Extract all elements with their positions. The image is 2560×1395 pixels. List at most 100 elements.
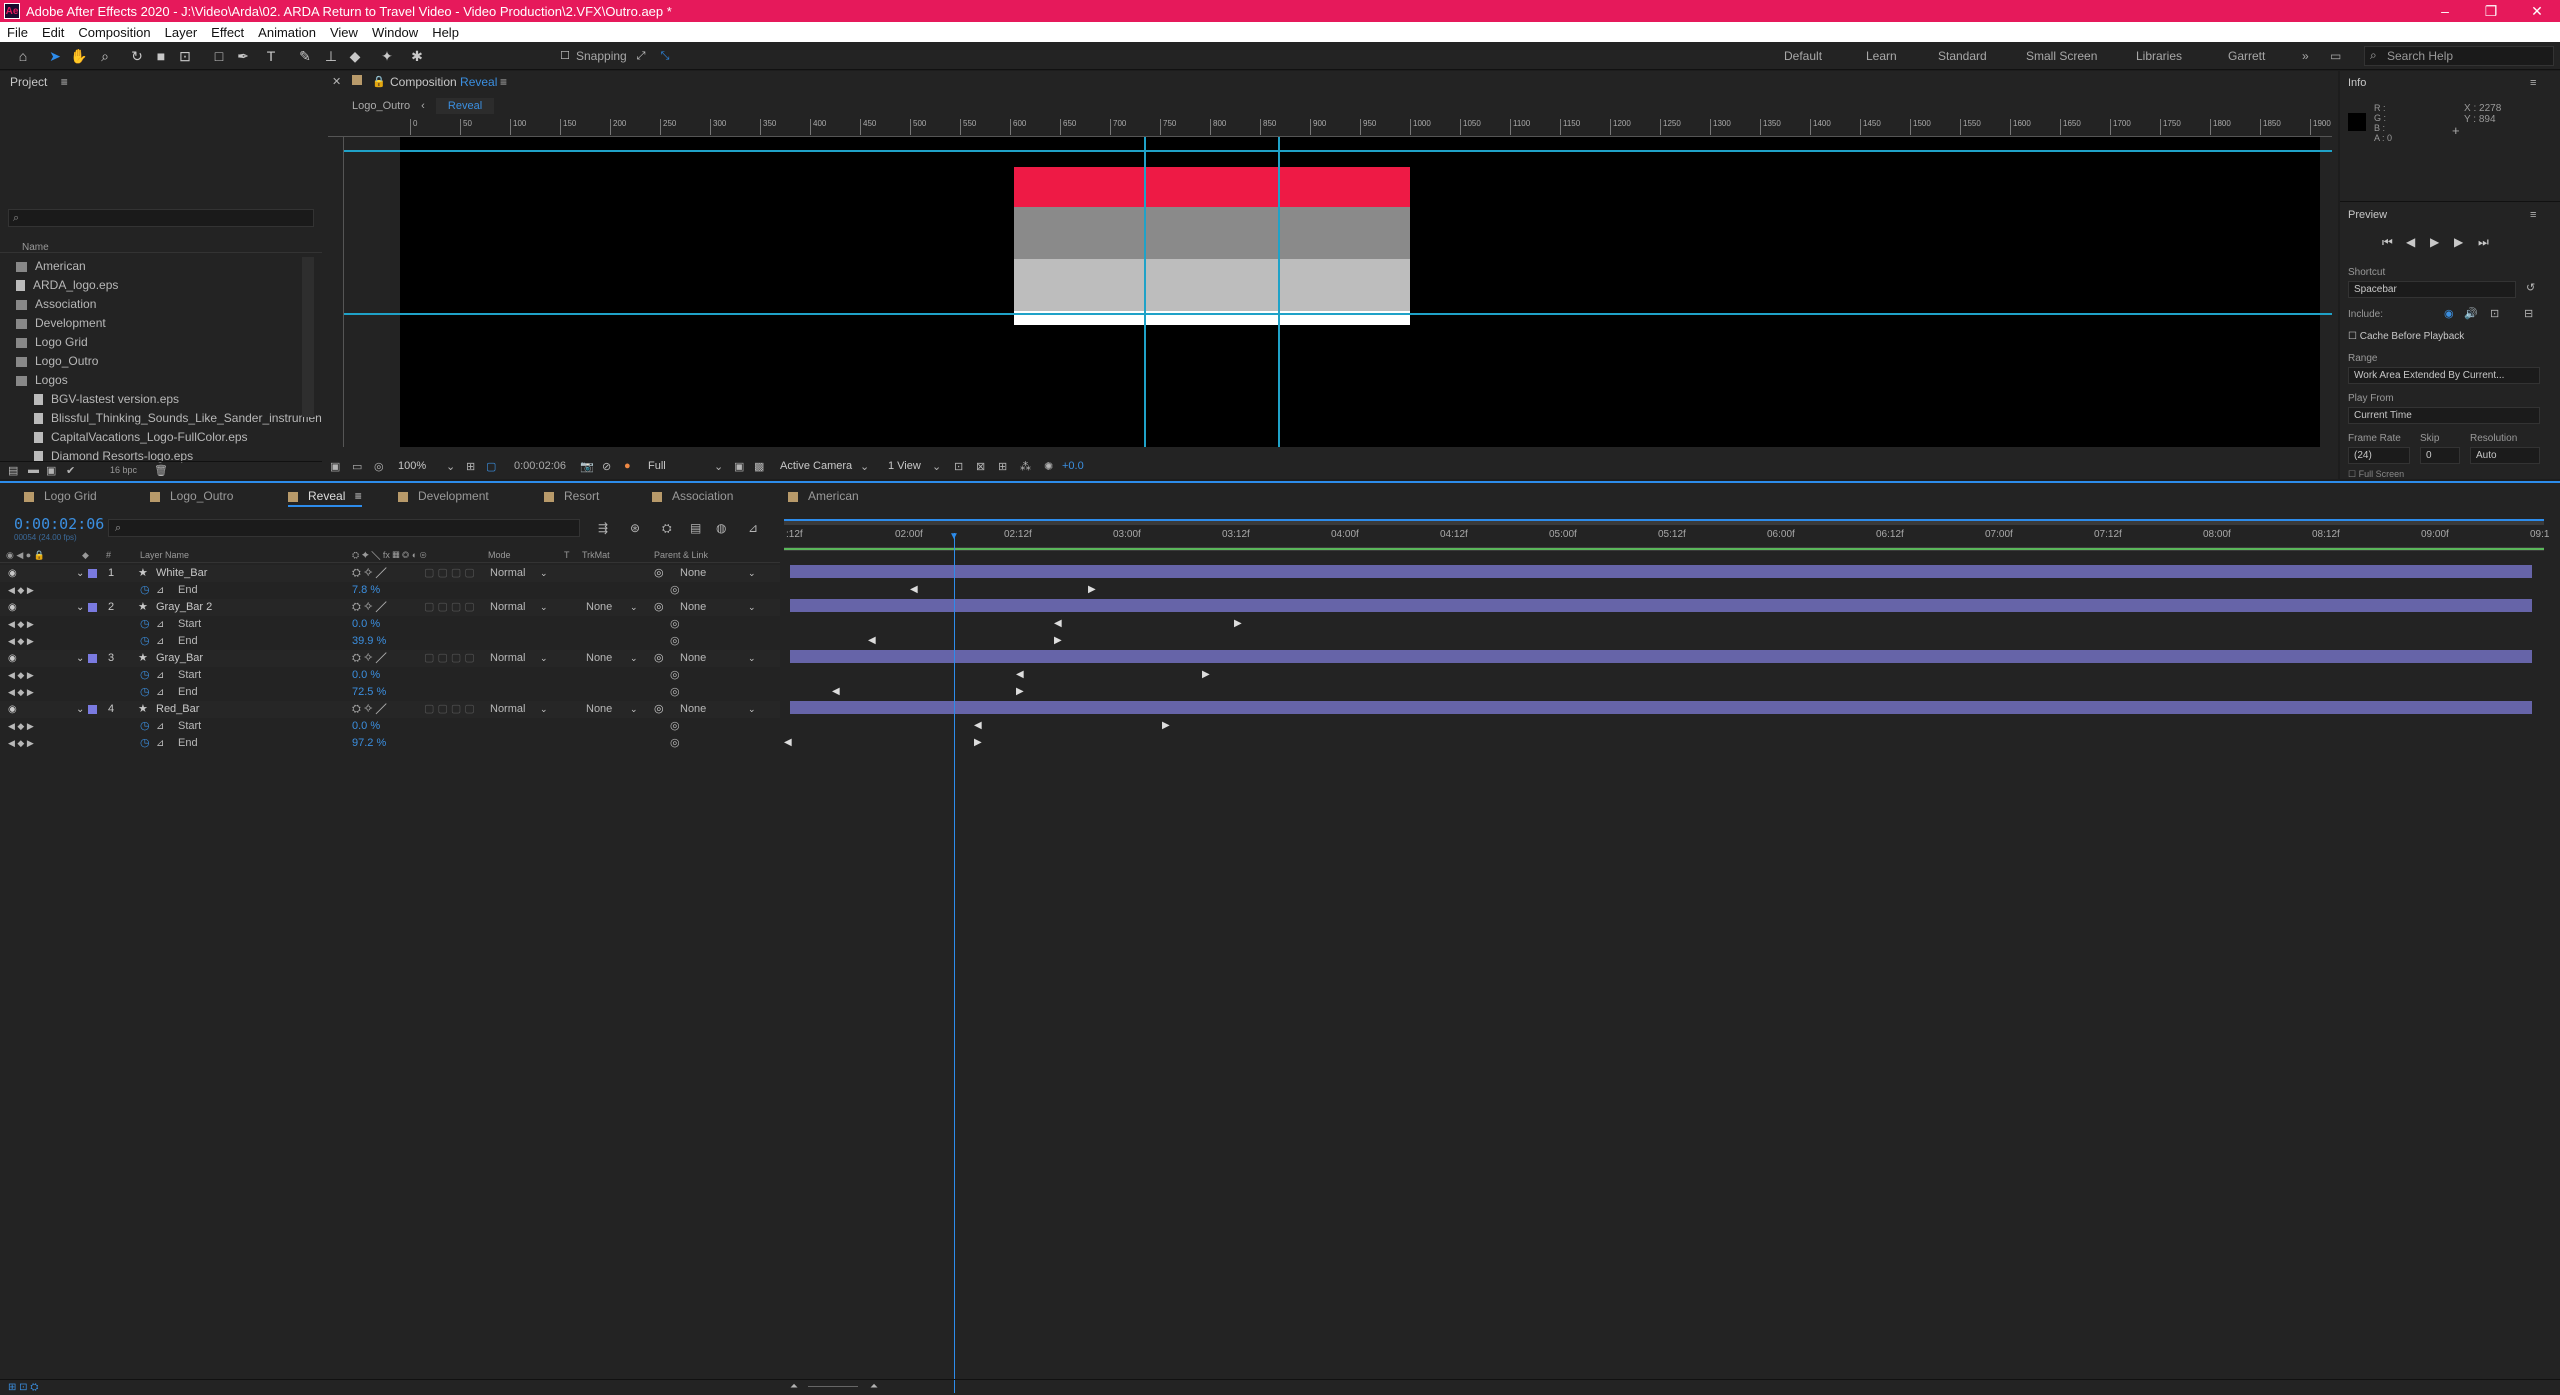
layer-row[interactable]: ◉ ⌄ 1 ★ White_Bar ⛭ ✧ ╱ ▢ ▢ ▢ ▢ Normal ⌄ ◎ None ⌄ (0, 565, 780, 582)
label-color-icon[interactable] (88, 569, 97, 578)
new-folder-icon[interactable]: ▬ (28, 464, 39, 476)
range-dropdown[interactable]: Work Area Extended By Current... (2348, 367, 2540, 384)
menu-edit[interactable]: Edit (35, 25, 71, 40)
mode-dropdown[interactable]: Normal (490, 600, 525, 615)
frame-blending-icon[interactable]: ▤ (690, 521, 701, 535)
keyframe-icon[interactable]: ◀ (1016, 670, 1024, 680)
timeline-icon[interactable]: ⊞ (998, 460, 1007, 473)
bpc-label[interactable]: 16 bpc (110, 465, 137, 475)
layer-duration-bar[interactable] (790, 650, 2532, 663)
expand-arrow-icon[interactable]: ⌄ (76, 599, 84, 616)
graph-icon[interactable]: ⊿ (156, 616, 164, 633)
fast-preview-icon[interactable]: ▣ (734, 460, 744, 473)
property-value[interactable]: 7.8 % (352, 582, 380, 599)
zoom-in-icon[interactable]: ⏶ (870, 1381, 878, 1392)
project-item[interactable]: American (16, 257, 86, 275)
keyframe-icon[interactable]: ▶ (1054, 636, 1062, 646)
menu-layer[interactable]: Layer (158, 25, 205, 40)
shy-layers-icon[interactable]: ⛭ (662, 521, 672, 536)
project-item[interactable]: CapitalVacations_Logo-FullColor.eps (34, 428, 248, 446)
visibility-eye-icon[interactable]: ◉ (8, 565, 17, 582)
layer-row[interactable]: ◉ ⌄ 2 ★ Gray_Bar 2 ⛭ ✧ ╱ ▢ ▢ ▢ ▢ Normal ⌄ None ⌄ ◎ N… (0, 599, 780, 616)
work-area-bar[interactable] (784, 547, 2544, 551)
property-row[interactable]: ◀ ◆ ▶ ◷ ⊿ Start 0.0 % ◎ (0, 616, 780, 633)
close-button[interactable]: ✕ (2514, 0, 2560, 22)
gray-bar[interactable] (1014, 259, 1410, 311)
keyframe-icon[interactable]: ▶ (1162, 721, 1170, 731)
keyframe-icon[interactable]: ◀ (832, 687, 840, 697)
horizontal-ruler[interactable]: 0 50 100 150 200 250 300 350 400 450 500 550 600 650 7… (328, 119, 2332, 137)
stopwatch-icon[interactable]: ◷ (140, 667, 150, 684)
tab-american[interactable]: American (788, 485, 859, 507)
trkmat-dropdown[interactable]: None (586, 651, 612, 666)
layer-duration-bar[interactable] (790, 701, 2532, 714)
stopwatch-icon[interactable]: ◷ (140, 718, 150, 735)
layer-switch-boxes[interactable]: ▢ ▢ ▢ ▢ (424, 599, 475, 616)
expand-arrow-icon[interactable]: ⌄ (76, 650, 84, 667)
include-video-icon[interactable]: ◉ (2444, 307, 2454, 320)
camera-tool-icon[interactable]: ■ (152, 47, 170, 65)
trkmat-dropdown[interactable]: None (586, 600, 612, 615)
interpret-footage-icon[interactable]: ▤ (8, 464, 18, 477)
include-overlays-icon[interactable]: ⊡ (2490, 307, 2499, 320)
camera-dropdown[interactable]: Active Camera (780, 460, 852, 472)
graph-icon[interactable]: ⊿ (156, 582, 164, 599)
label-color-icon[interactable] (88, 705, 97, 714)
panel-layout-icon[interactable]: ▭ (2330, 49, 2341, 63)
visibility-eye-icon[interactable]: ◉ (8, 701, 17, 718)
adjust-project-icon[interactable]: ✔ (66, 464, 75, 477)
tab-reveal[interactable]: Reveal ≡ (288, 485, 362, 507)
parent-dropdown[interactable]: None (680, 702, 706, 717)
layer-name[interactable]: Gray_Bar (156, 650, 203, 667)
keyframe-icon[interactable]: ◀ (1054, 619, 1062, 629)
layer-switch-boxes[interactable]: ▢ ▢ ▢ ▢ (424, 650, 475, 667)
menu-effect[interactable]: Effect (204, 25, 251, 40)
snap-extend-icon[interactable]: ⤡ (656, 47, 674, 65)
col-parent[interactable]: Parent & Link (654, 550, 708, 560)
expression-pick-whip-icon[interactable]: ◎ (670, 582, 680, 599)
reset-shortcut-icon[interactable]: ↺ (2526, 281, 2535, 294)
menu-animation[interactable]: Animation (251, 25, 323, 40)
expression-pick-whip-icon[interactable]: ◎ (670, 667, 680, 684)
av-features-icon[interactable]: ◉ ◀ ● 🔒 (6, 550, 45, 561)
time-graph[interactable]: :12f 02:00f 02:12f 03:00f 03:12f 04:00f 04:12f… (784, 513, 2554, 1393)
layer-switches-icon[interactable]: ⛭ ✧ ╱ (352, 650, 387, 667)
workspace-learn[interactable]: Learn (1866, 49, 1897, 63)
project-item[interactable]: Logos (16, 371, 68, 389)
col-t[interactable]: T (564, 550, 570, 560)
snapping-checkbox[interactable]: ☐ (556, 47, 574, 65)
comp-tab-menu-icon[interactable]: ≡ (500, 75, 507, 89)
monitor-icon[interactable]: ▭ (352, 460, 362, 473)
layer-row[interactable]: ◉ ⌄ 4 ★ Red_Bar ⛭ ✧ ╱ ▢ ▢ ▢ ▢ Normal ⌄ None ⌄ ◎ None… (0, 701, 780, 718)
pan-behind-tool-icon[interactable]: ⊡ (176, 47, 194, 65)
property-value[interactable]: 39.9 % (352, 633, 386, 650)
close-comp-tab-icon[interactable]: ✕ (332, 75, 341, 88)
region-icon[interactable]: ▢ (486, 460, 496, 473)
stopwatch-icon[interactable]: ◷ (140, 616, 150, 633)
expression-pick-whip-icon[interactable]: ◎ (670, 718, 680, 735)
breadcrumb-parent[interactable]: Logo_Outro (352, 100, 410, 112)
keyframe-icon[interactable]: ▶ (974, 738, 982, 748)
pen-tool-icon[interactable]: ✒ (234, 47, 252, 65)
viewer-timecode[interactable]: 0:00:02:06 (514, 460, 566, 472)
keyframe-nav-icon[interactable]: ◀ ◆ ▶ (8, 582, 34, 599)
col-layer-name[interactable]: Layer Name (140, 550, 189, 560)
menu-composition[interactable]: Composition (71, 25, 157, 40)
reset-exposure-icon[interactable]: ⊠ (976, 460, 985, 473)
expression-pick-whip-icon[interactable]: ◎ (670, 616, 680, 633)
project-scrollbar[interactable] (302, 257, 314, 417)
panel-menu-icon[interactable]: ≡ (61, 75, 68, 89)
keyframe-nav-icon[interactable]: ◀ ◆ ▶ (8, 616, 34, 633)
col-mode[interactable]: Mode (488, 550, 511, 560)
play-icon[interactable]: ▶ (2430, 235, 2439, 249)
vertical-ruler[interactable] (328, 137, 344, 447)
expression-pick-whip-icon[interactable]: ◎ (670, 633, 680, 650)
graph-icon[interactable]: ⊿ (156, 684, 164, 701)
graph-icon[interactable]: ⊿ (156, 633, 164, 650)
puppet-tool-icon[interactable]: ✱ (408, 47, 426, 65)
first-frame-icon[interactable]: ⏮ (2382, 235, 2393, 250)
keyframe-icon[interactable]: ▶ (1234, 619, 1242, 629)
trkmat-dropdown[interactable]: None (586, 702, 612, 717)
resolution-dropdown[interactable]: Full (648, 460, 666, 472)
tab-menu-icon[interactable]: ≡ (351, 489, 362, 503)
